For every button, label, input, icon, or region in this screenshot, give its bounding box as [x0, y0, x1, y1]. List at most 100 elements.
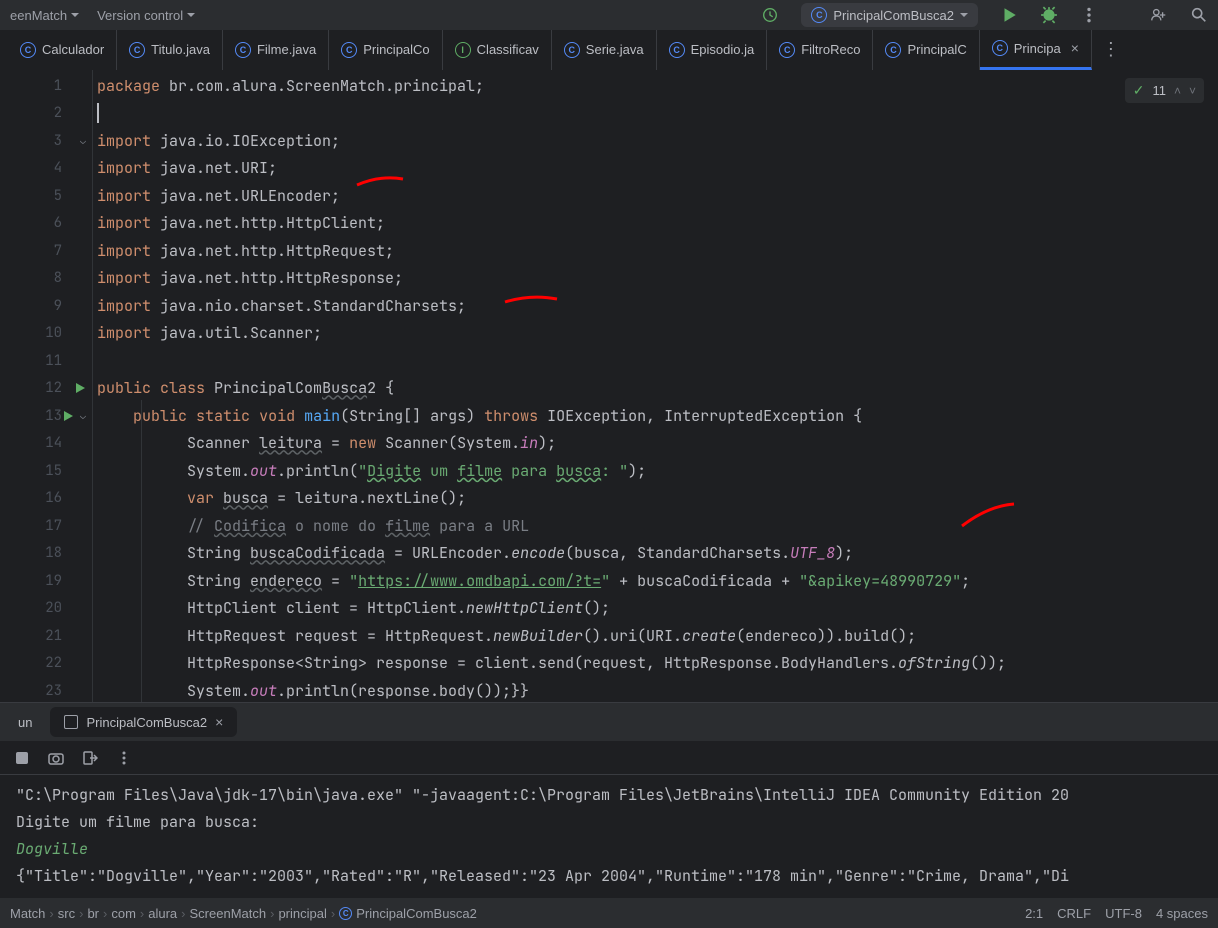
- line-number[interactable]: 8: [0, 265, 92, 293]
- project-name: eenMatch: [10, 8, 67, 23]
- line-number[interactable]: 16: [0, 485, 92, 513]
- tab-label: FiltroReco: [801, 42, 860, 57]
- chevron-down-icon[interactable]: ˅: [1189, 84, 1196, 98]
- tab-label: Classificav: [477, 42, 539, 57]
- breadcrumb-item[interactable]: Match: [10, 906, 45, 921]
- inspection-widget[interactable]: ✓ 11 ˄ ˅: [1125, 78, 1204, 103]
- line-separator[interactable]: CRLF: [1057, 906, 1091, 921]
- chevron-up-icon[interactable]: ˄: [1174, 84, 1181, 98]
- line-number[interactable]: 11: [0, 347, 92, 375]
- run-gutter-icon[interactable]: [74, 382, 86, 394]
- line-number[interactable]: 10: [0, 320, 92, 348]
- screenshot-icon[interactable]: [48, 750, 64, 766]
- breadcrumb-item[interactable]: CPrincipalComBusca2: [339, 906, 477, 921]
- line-number[interactable]: 18: [0, 540, 92, 568]
- more-icon[interactable]: [1080, 6, 1098, 24]
- line-number[interactable]: 15: [0, 457, 92, 485]
- text-cursor: [97, 103, 99, 123]
- run-tab[interactable]: PrincipalComBusca2 ×: [50, 707, 237, 737]
- code-content[interactable]: package br.com.alura.ScreenMatch.princip…: [92, 70, 1218, 702]
- close-icon[interactable]: ×: [215, 714, 223, 730]
- cursor-position[interactable]: 2:1: [1025, 906, 1043, 921]
- topbar: eenMatch Version control C PrincipalComB…: [0, 0, 1218, 30]
- run-config-selector[interactable]: C PrincipalComBusca2: [801, 3, 978, 27]
- line-number[interactable]: 9: [0, 292, 92, 320]
- line-number[interactable]: 13⌄: [0, 402, 92, 430]
- class-icon: C: [885, 42, 901, 58]
- class-icon: C: [341, 42, 357, 58]
- line-number[interactable]: 20: [0, 595, 92, 623]
- class-icon: C: [669, 42, 685, 58]
- tab-serie[interactable]: CSerie.java: [552, 30, 657, 70]
- close-icon[interactable]: ×: [1071, 40, 1079, 56]
- more-icon[interactable]: [116, 750, 132, 766]
- tab-principalc[interactable]: CPrincipalC: [873, 30, 979, 70]
- class-icon: C: [779, 42, 795, 58]
- line-number[interactable]: 2: [0, 100, 92, 128]
- project-selector[interactable]: eenMatch: [10, 8, 79, 23]
- line-number[interactable]: 23: [0, 677, 92, 705]
- exit-icon[interactable]: [82, 750, 98, 766]
- line-number[interactable]: 4: [0, 155, 92, 183]
- history-icon[interactable]: [761, 6, 779, 24]
- class-icon: C: [564, 42, 580, 58]
- run-output[interactable]: "C:\Program Files\Java\jdk-17\bin\java.e…: [0, 775, 1218, 903]
- terminal-icon: [64, 715, 78, 729]
- breadcrumb-item[interactable]: br: [87, 906, 99, 921]
- tab-filtroreco[interactable]: C FiltroReco: [767, 30, 873, 70]
- search-icon[interactable]: [1190, 6, 1208, 24]
- chevron-down-icon: [71, 13, 79, 17]
- fold-icon[interactable]: ⌄: [80, 134, 86, 147]
- tab-calculador[interactable]: CCalculador: [8, 30, 117, 70]
- tab-principalco[interactable]: CPrincipalCo: [329, 30, 442, 70]
- breadcrumb-item[interactable]: ScreenMatch: [190, 906, 267, 921]
- line-number[interactable]: 19: [0, 567, 92, 595]
- indent-config[interactable]: 4 spaces: [1156, 906, 1208, 921]
- statusbar: Match› src› br› com› alura› ScreenMatch›…: [0, 898, 1218, 928]
- line-number[interactable]: 5: [0, 182, 92, 210]
- class-icon: C: [20, 42, 36, 58]
- line-number[interactable]: 3⌄: [0, 127, 92, 155]
- breadcrumb-item[interactable]: com: [111, 906, 136, 921]
- breadcrumb-item[interactable]: alura: [148, 906, 177, 921]
- tab-label: Episodio.ja: [691, 42, 755, 57]
- vcs-label: Version control: [97, 8, 183, 23]
- line-number[interactable]: 21: [0, 622, 92, 650]
- interface-icon: I: [455, 42, 471, 58]
- run-gutter-icon[interactable]: [62, 410, 74, 422]
- tab-principa-active[interactable]: CPrincipa×: [980, 30, 1092, 70]
- fold-icon[interactable]: ⌄: [80, 409, 86, 422]
- line-number[interactable]: 17: [0, 512, 92, 540]
- tab-classificav[interactable]: I Classificav: [443, 30, 552, 70]
- stop-icon[interactable]: [14, 750, 30, 766]
- tab-label: Titulo.java: [151, 42, 210, 57]
- run-tabs: un PrincipalComBusca2 ×: [0, 703, 1218, 741]
- gutter: 1 2 3⌄ 4 5 6 7 8 9 10 11 12 13⌄ 14 15 16…: [0, 70, 92, 702]
- tabs-more-icon[interactable]: ⋮: [1092, 39, 1130, 60]
- line-number[interactable]: 7: [0, 237, 92, 265]
- run-tab-label: PrincipalComBusca2: [86, 715, 207, 730]
- line-number[interactable]: 6: [0, 210, 92, 238]
- line-number[interactable]: 12: [0, 375, 92, 403]
- line-number[interactable]: 1: [0, 72, 92, 100]
- vcs-menu[interactable]: Version control: [97, 8, 195, 23]
- breadcrumb-item[interactable]: principal: [278, 906, 326, 921]
- tab-filme[interactable]: CFilme.java: [223, 30, 329, 70]
- file-encoding[interactable]: UTF-8: [1105, 906, 1142, 921]
- code-with-me-icon[interactable]: [1150, 6, 1168, 24]
- tab-titulo[interactable]: C Titulo.java: [117, 30, 223, 70]
- run-config-label: PrincipalComBusca2: [833, 8, 954, 23]
- editor-tabs: CCalculador C Titulo.java CFilme.java CPr…: [0, 30, 1218, 70]
- tab-episodio[interactable]: C Episodio.ja: [657, 30, 768, 70]
- run-icon[interactable]: [1000, 6, 1018, 24]
- breadcrumb-item[interactable]: src: [58, 906, 75, 921]
- run-toolbar: [0, 741, 1218, 775]
- class-icon: C: [992, 40, 1008, 56]
- line-number[interactable]: 14: [0, 430, 92, 458]
- inspection-count: 11: [1152, 83, 1166, 98]
- line-number[interactable]: 22: [0, 650, 92, 678]
- debug-icon[interactable]: [1040, 6, 1058, 24]
- editor: 1 2 3⌄ 4 5 6 7 8 9 10 11 12 13⌄ 14 15 16…: [0, 70, 1218, 702]
- breadcrumb[interactable]: Match› src› br› com› alura› ScreenMatch›…: [10, 906, 477, 921]
- class-icon: C: [129, 42, 145, 58]
